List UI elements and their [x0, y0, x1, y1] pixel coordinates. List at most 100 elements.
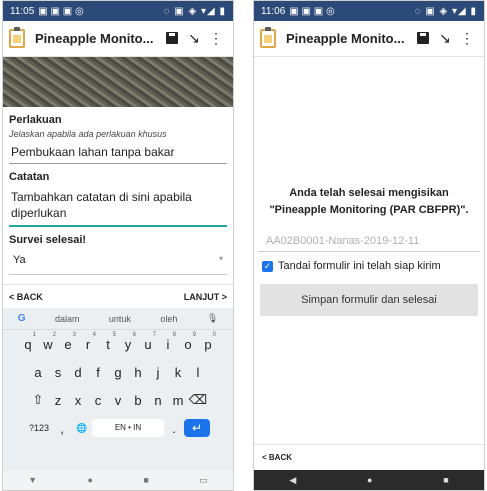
key-p[interactable]: p0: [198, 332, 218, 352]
back-button[interactable]: < BACK: [9, 292, 43, 302]
key-hint-number: 6: [132, 331, 136, 338]
globe-icon[interactable]: 🌐: [72, 423, 92, 434]
status-bar: 11:05 ▣ ▣ ▣ ◎ ◌ ▣ ◈ ▾◢ ▮: [3, 1, 233, 21]
key-row-1: q1w2e3r4t5y6u7i8o9p0: [3, 330, 233, 358]
status-time: 11:05: [10, 5, 35, 17]
enter-key[interactable]: ↵: [184, 419, 210, 437]
app-bar: Pineapple Monito... ↘ ⋮: [3, 21, 233, 57]
key-a[interactable]: a: [28, 365, 48, 380]
phone-left: 11:05 ▣ ▣ ▣ ◎ ◌ ▣ ◈ ▾◢ ▮ Pineapple Monit…: [2, 0, 234, 491]
key-hint-number: 9: [192, 331, 196, 338]
key-hint-number: 0: [212, 331, 216, 338]
system-nav-bar: ◀ ● ■: [254, 470, 484, 490]
completion-line-2: "Pineapple Monitoring (PAR CBFPR)".: [269, 204, 469, 216]
key-m[interactable]: m: [168, 393, 188, 408]
key-l[interactable]: l: [188, 365, 208, 380]
checkbox-checked-icon[interactable]: ✓: [262, 260, 273, 272]
app-title: Pineapple Monito...: [35, 31, 154, 46]
status-right-icons: ◌ ▣ ◈ ▾◢ ▮: [414, 5, 477, 17]
status-right-icons: ◌ ▣ ◈ ▾◢ ▮: [163, 5, 226, 17]
key-x[interactable]: x: [68, 393, 88, 408]
survei-value: Ya: [13, 254, 26, 266]
mic-icon[interactable]: 🎙: [207, 313, 218, 324]
period-key[interactable]: .: [164, 421, 184, 436]
key-b[interactable]: b: [128, 393, 148, 408]
menu-button[interactable]: ⋮: [205, 30, 227, 47]
key-v[interactable]: v: [108, 393, 128, 408]
key-e[interactable]: e3: [58, 332, 78, 352]
finalize-checkbox-label: Tandai formulir ini telah siap kirim: [278, 260, 441, 272]
comma-key[interactable]: ,: [52, 421, 72, 436]
dropdown-arrow-icon: ▾: [218, 254, 223, 263]
jump-icon: ↘: [188, 30, 200, 46]
perlakuan-input[interactable]: Pembukaan lahan tanpa bakar: [9, 141, 227, 164]
key-y[interactable]: y6: [118, 332, 138, 352]
key-i[interactable]: i8: [158, 332, 178, 352]
key-z[interactable]: z: [48, 393, 68, 408]
suggestion-1[interactable]: dalam: [55, 314, 80, 324]
nav-recents-icon[interactable]: ■: [143, 475, 148, 485]
key-t[interactable]: t5: [98, 332, 118, 352]
key-u[interactable]: u7: [138, 332, 158, 352]
key-r[interactable]: r4: [78, 332, 98, 352]
suggestion-3[interactable]: oleh: [160, 314, 177, 324]
save-button[interactable]: [412, 31, 434, 47]
perlakuan-label: Perlakuan: [9, 114, 62, 126]
key-s[interactable]: s: [48, 365, 68, 380]
key-f[interactable]: f: [88, 365, 108, 380]
suggestion-2[interactable]: untuk: [109, 314, 131, 324]
key-hint-number: 1: [32, 331, 36, 338]
key-row-3: ⇧ zxcvbnm ⌫: [3, 386, 233, 414]
key-hint-number: 3: [72, 331, 76, 338]
survei-select[interactable]: Ya ▾: [9, 246, 227, 275]
key-hint-number: 8: [172, 331, 176, 338]
finalize-checkbox-row[interactable]: ✓ Tandai formulir ini telah siap kirim: [262, 260, 476, 272]
clipboard-icon: [260, 27, 276, 48]
nav-recents-icon[interactable]: ■: [443, 475, 448, 485]
status-bar: 11:06 ▣ ▣ ▣ ◎ ◌ ▣ ◈ ▾◢ ▮: [254, 1, 484, 21]
key-w[interactable]: w2: [38, 332, 58, 352]
key-c[interactable]: c: [88, 393, 108, 408]
save-and-finish-button[interactable]: Simpan formulir dan selesai: [260, 284, 478, 316]
suggestion-bar: G dalam untuk oleh 🎙: [3, 308, 233, 330]
nav-home-icon[interactable]: ●: [367, 475, 372, 485]
save-icon: [166, 31, 178, 44]
instance-name-input[interactable]: AA02B0001-Nanas-2019-12-11: [258, 231, 480, 252]
completion-message: Anda telah selesai mengisikan "Pineapple…: [254, 185, 484, 219]
menu-button[interactable]: ⋮: [456, 30, 478, 47]
system-nav-bar: ▼ ● ■ ▭: [3, 470, 233, 490]
catatan-label: Catatan: [9, 171, 50, 183]
space-key[interactable]: EN • IN: [92, 419, 164, 437]
phone-right: 11:06 ▣ ▣ ▣ ◎ ◌ ▣ ◈ ▾◢ ▮ Pineapple Monit…: [253, 0, 485, 491]
key-hint-number: 5: [112, 331, 116, 338]
google-icon: G: [17, 313, 26, 324]
key-hint-number: 2: [52, 331, 56, 338]
key-g[interactable]: g: [108, 365, 128, 380]
keyboard-switch-icon[interactable]: ▭: [199, 475, 208, 486]
backspace-icon[interactable]: ⌫: [188, 392, 208, 408]
key-d[interactable]: d: [68, 365, 88, 380]
key-n[interactable]: n: [148, 393, 168, 408]
status-left-icons: ▣ ▣ ▣ ◎: [289, 5, 335, 17]
key-q[interactable]: q1: [18, 332, 38, 352]
status-time: 11:06: [261, 5, 286, 17]
app-bar: Pineapple Monito... ↘ ⋮: [254, 21, 484, 57]
key-j[interactable]: j: [148, 365, 168, 380]
save-button[interactable]: [161, 31, 183, 47]
catatan-input[interactable]: Tambahkan catatan di sini apabila diperl…: [9, 185, 227, 227]
key-h[interactable]: h: [128, 365, 148, 380]
next-button[interactable]: LANJUT >: [184, 292, 227, 302]
nav-back-icon[interactable]: ◀: [289, 475, 296, 486]
soft-keyboard: G dalam untuk oleh 🎙 q1w2e3r4t5y6u7i8o9p…: [3, 308, 233, 472]
shift-icon[interactable]: ⇧: [28, 392, 48, 408]
key-k[interactable]: k: [168, 365, 188, 380]
jump-button[interactable]: ↘: [434, 30, 456, 47]
symbols-key[interactable]: ?123: [26, 423, 52, 433]
nav-home-icon[interactable]: ●: [88, 475, 93, 485]
jump-button[interactable]: ↘: [183, 30, 205, 47]
key-hint-number: 4: [92, 331, 96, 338]
back-button[interactable]: < BACK: [254, 444, 484, 470]
key-o[interactable]: o9: [178, 332, 198, 352]
nav-back-icon[interactable]: ▼: [28, 475, 37, 485]
key-row-4: ?123 , 🌐 EN • IN . ↵: [3, 414, 233, 442]
